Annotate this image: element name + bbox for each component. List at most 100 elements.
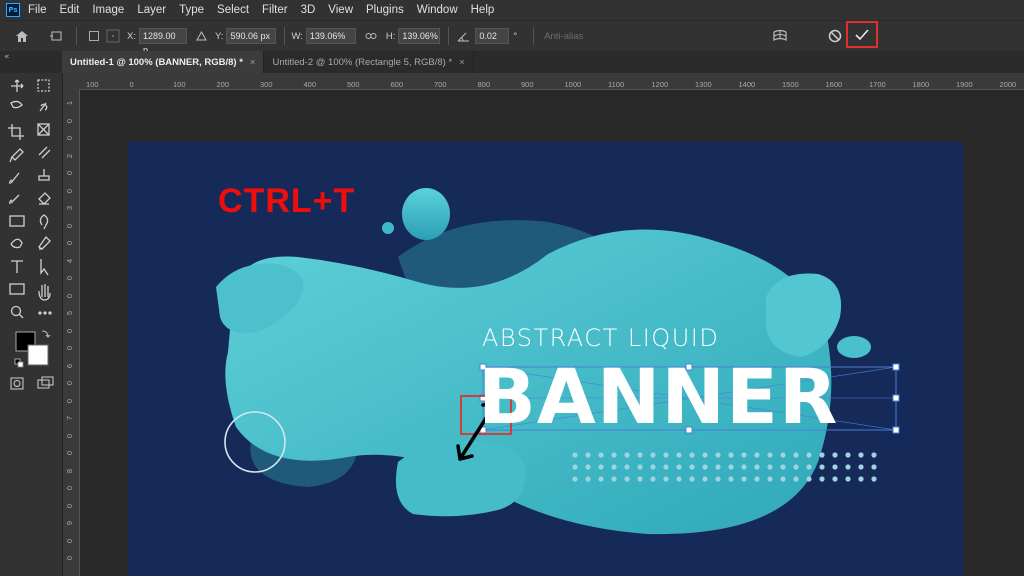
more-tools-icon[interactable] xyxy=(33,302,53,322)
tab-untitled-2[interactable]: Untitled-2 @ 100% (Rectangle 5, RGB/8) *… xyxy=(264,51,474,73)
decor-dot xyxy=(572,452,578,458)
commit-transform-button[interactable] xyxy=(846,21,878,48)
decor-dot xyxy=(741,476,747,482)
reference-point-grid-icon[interactable] xyxy=(105,29,121,43)
decor-dot xyxy=(871,452,877,458)
dodge-tool[interactable] xyxy=(7,235,27,255)
decor-dot xyxy=(780,464,786,470)
decor-dot xyxy=(715,464,721,470)
brush-tool[interactable] xyxy=(7,169,27,189)
cancel-transform-icon[interactable] xyxy=(826,27,844,45)
quick-mask-icon[interactable] xyxy=(7,374,27,394)
ruler-tick-label: 0 xyxy=(65,188,74,193)
ruler-tick-label: 1300 xyxy=(695,80,712,89)
decor-dot xyxy=(858,452,864,458)
rotation-field[interactable]: 0.02 xyxy=(475,28,510,44)
menu-edit[interactable]: Edit xyxy=(60,4,80,16)
decor-dot xyxy=(650,452,656,458)
decor-dot xyxy=(793,464,799,470)
blur-tool[interactable] xyxy=(33,213,53,233)
warp-mode-icon[interactable] xyxy=(771,27,789,45)
decor-dot xyxy=(832,464,838,470)
pen-tool[interactable] xyxy=(33,235,53,255)
ruler-tick-label: 1000 xyxy=(564,80,582,89)
ruler-tick-label: 1800 xyxy=(912,80,930,89)
menu-file[interactable]: File xyxy=(28,4,47,16)
ruler-tick-label: 0 xyxy=(65,503,74,508)
clone-stamp-tool[interactable] xyxy=(33,169,53,189)
move-tool[interactable] xyxy=(7,76,27,96)
menu-filter[interactable]: Filter xyxy=(262,4,288,16)
menu-image[interactable]: Image xyxy=(92,4,124,16)
vertical-ruler[interactable]: 1 0 0 2 0 0 3 0 0 4 0 0 5 0 0 6 0 0 7 0 0 8 0 0 9 0 0 xyxy=(63,89,80,576)
ruler-tick-label: 1500 xyxy=(782,80,799,89)
decor-dot xyxy=(572,476,578,482)
eyedropper-tool[interactable] xyxy=(7,145,27,165)
rectangle-tool[interactable] xyxy=(7,279,27,299)
close-tab-icon[interactable]: × xyxy=(250,57,256,68)
decor-dot xyxy=(871,476,877,482)
banner-text-layer[interactable]: BANNER xyxy=(478,358,838,436)
type-tool[interactable] xyxy=(7,257,27,277)
horizontal-ruler[interactable]: 100 0 100 200 300 400 500 600 700 800 900 1000 1100 1… xyxy=(80,73,1024,90)
gradient-tool[interactable] xyxy=(7,213,27,233)
menu-help[interactable]: Help xyxy=(471,4,495,16)
divider xyxy=(76,27,77,45)
background-color-swatch[interactable] xyxy=(28,345,48,365)
marquee-tool[interactable] xyxy=(33,76,53,96)
ruler-tick-label: 0 xyxy=(65,381,74,386)
menu-bar: Ps File Edit Image Layer Type Select Fil… xyxy=(0,0,1024,20)
y-position-field[interactable]: 590.06 px xyxy=(226,28,277,44)
menu-plugins[interactable]: Plugins xyxy=(366,4,404,16)
crop-tool[interactable] xyxy=(7,121,27,141)
ruler-tick-label: 1100 xyxy=(608,80,625,89)
decor-dot xyxy=(871,464,877,470)
decor-dot xyxy=(845,452,851,458)
ruler-tick-label: 2000 xyxy=(999,80,1017,89)
link-icon[interactable] xyxy=(364,32,378,40)
divider xyxy=(284,27,286,45)
menu-type[interactable]: Type xyxy=(179,4,204,16)
close-tab-icon[interactable]: × xyxy=(459,57,465,68)
height-field[interactable]: 139.06% xyxy=(398,28,441,44)
decor-dot xyxy=(598,464,604,470)
menu-select[interactable]: Select xyxy=(217,4,249,16)
swap-colors-icon[interactable] xyxy=(40,329,52,341)
healing-brush-tool[interactable] xyxy=(33,145,53,165)
menu-window[interactable]: Window xyxy=(417,4,458,16)
frame-tool[interactable] xyxy=(33,121,53,141)
path-selection-tool[interactable] xyxy=(33,257,53,277)
ruler-tick-label: 0 xyxy=(65,346,74,351)
y-label: Y: xyxy=(214,30,224,42)
ruler-tick-label: 1600 xyxy=(825,80,843,89)
collapse-panel-icon[interactable]: « xyxy=(4,52,10,62)
decor-dot xyxy=(572,464,578,470)
document-canvas[interactable]: CTRL+T ABSTRACT LIQUID BANNER xyxy=(128,142,963,576)
relative-positioning-icon[interactable] xyxy=(195,31,209,41)
menu-view[interactable]: View xyxy=(328,4,353,16)
anti-alias-label[interactable]: Anti-alias xyxy=(544,31,583,42)
decor-dot xyxy=(806,464,812,470)
decor-dot xyxy=(858,476,864,482)
transform-tool-icon[interactable] xyxy=(46,30,66,42)
hand-tool[interactable] xyxy=(33,279,53,299)
reference-point-checkbox[interactable] xyxy=(87,31,101,41)
subtitle-text-layer[interactable]: ABSTRACT LIQUID xyxy=(482,324,719,352)
history-brush-tool[interactable] xyxy=(7,191,27,211)
ruler-tick-label: 0 xyxy=(65,433,74,438)
lasso-tool[interactable] xyxy=(7,97,27,117)
width-field[interactable]: 139.06% xyxy=(305,28,356,44)
decor-dot xyxy=(793,452,799,458)
eraser-tool[interactable] xyxy=(33,191,53,211)
menu-layer[interactable]: Layer xyxy=(137,4,166,16)
menu-3d[interactable]: 3D xyxy=(301,4,316,16)
tab-untitled-1[interactable]: Untitled-1 @ 100% (BANNER, RGB/8) * × xyxy=(62,51,265,73)
zoom-tool[interactable] xyxy=(7,302,27,322)
screen-mode-icon[interactable] xyxy=(33,374,53,394)
decor-dot xyxy=(650,464,656,470)
x-position-field[interactable]: 1289.00 p xyxy=(138,28,187,55)
home-icon[interactable] xyxy=(10,30,34,43)
ruler-tick-label: 100 xyxy=(173,80,186,89)
quick-selection-tool[interactable] xyxy=(33,97,53,117)
default-colors-icon[interactable] xyxy=(13,357,25,369)
